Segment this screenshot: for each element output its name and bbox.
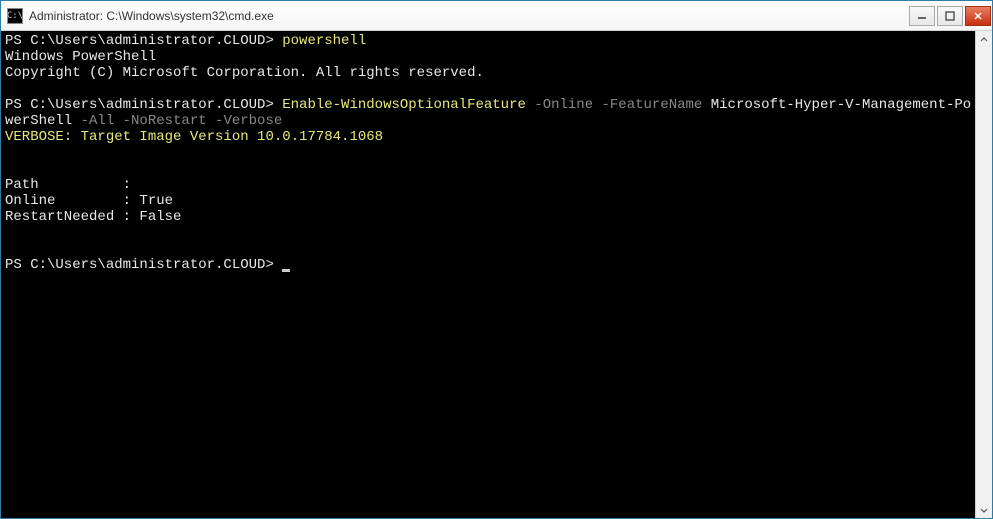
cmdlet-name: Enable-WindowsOptionalFeature	[282, 97, 526, 113]
window-title: Administrator: C:\Windows\system32\cmd.e…	[29, 9, 908, 23]
prompt: PS C:\Users\administrator.CLOUD>	[5, 97, 282, 113]
minimize-button[interactable]	[909, 6, 935, 26]
result-line: RestartNeeded : False	[5, 209, 181, 225]
scroll-down-button[interactable]	[976, 501, 992, 518]
close-button[interactable]	[965, 6, 991, 26]
verbose-line: VERBOSE: Target Image Version 10.0.17784…	[5, 129, 383, 145]
scroll-up-button[interactable]	[976, 31, 992, 48]
client-area: PS C:\Users\administrator.CLOUD> powersh…	[1, 31, 992, 518]
app-window: C:\ Administrator: C:\Windows\system32\c…	[0, 0, 993, 519]
output-line: Copyright (C) Microsoft Corporation. All…	[5, 65, 484, 81]
window-controls	[908, 5, 992, 27]
scrollbar-track[interactable]	[976, 48, 992, 501]
result-line: Path :	[5, 177, 131, 193]
command-text: powershell	[282, 33, 366, 49]
cursor-icon	[282, 269, 290, 272]
cmd-parameter: -All -NoRestart -Verbose	[72, 113, 282, 129]
cmd-icon: C:\	[7, 8, 23, 24]
terminal-output[interactable]: PS C:\Users\administrator.CLOUD> powersh…	[1, 31, 975, 518]
cmd-parameter: -Online -FeatureName	[526, 97, 711, 113]
prompt: PS C:\Users\administrator.CLOUD>	[5, 257, 282, 273]
vertical-scrollbar[interactable]	[975, 31, 992, 518]
titlebar[interactable]: C:\ Administrator: C:\Windows\system32\c…	[1, 1, 992, 31]
output-line: Windows PowerShell	[5, 49, 156, 65]
result-line: Online : True	[5, 193, 173, 209]
maximize-button[interactable]	[937, 6, 963, 26]
prompt: PS C:\Users\administrator.CLOUD>	[5, 33, 282, 49]
